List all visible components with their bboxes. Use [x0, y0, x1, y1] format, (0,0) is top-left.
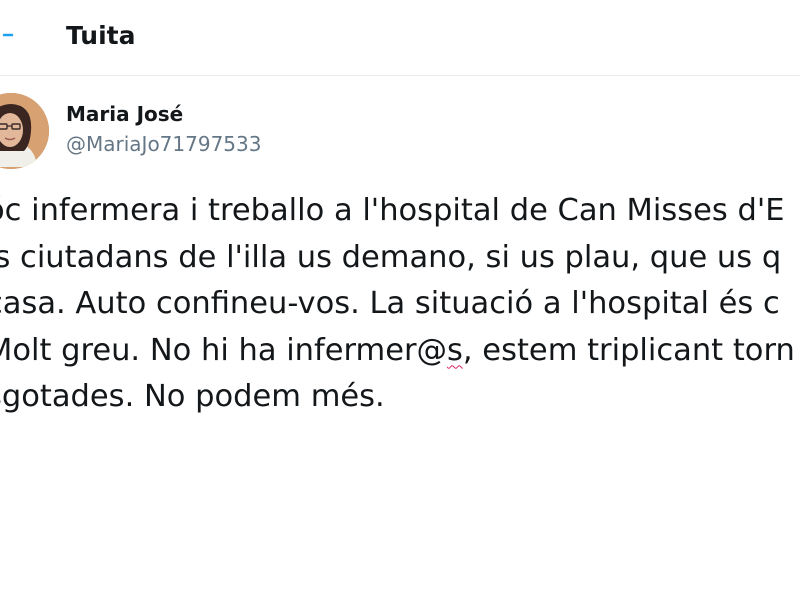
- profile-photo-icon: [0, 93, 49, 169]
- tweet-line-4: Molt greu. No hi ha infermer@s, estem tr…: [0, 328, 800, 375]
- avatar[interactable]: [0, 93, 49, 169]
- page-title: Tuita: [66, 21, 136, 50]
- page-header: Tuita: [0, 0, 800, 76]
- back-button[interactable]: [0, 18, 30, 54]
- tweet-line-2: ls ciutadans de l'illa us demano, si us …: [0, 239, 782, 275]
- tweet-line-3: casa. Auto confineu-vos. La situació a l…: [0, 286, 780, 321]
- author-handle[interactable]: @MariaJo71797533: [66, 131, 261, 157]
- tweet-page: Tuita Maria José @MariaJo71797533 óc inf…: [0, 0, 800, 600]
- spellcheck-flagged-text: s: [447, 332, 463, 368]
- author-name[interactable]: Maria José: [66, 101, 183, 127]
- tweet-text: óc infermera i treballo a l'hospital de …: [0, 188, 800, 420]
- tweet-line-4-start: Molt greu. No hi ha infermer@: [0, 332, 448, 368]
- tweet-line-4-end: , estem triplicant torn: [462, 332, 795, 368]
- tweet-line-5: sgotades. No podem més.: [0, 379, 385, 414]
- tweet-line-1: óc infermera i treballo a l'hospital de …: [0, 193, 785, 228]
- back-arrow-icon: [2, 33, 14, 37]
